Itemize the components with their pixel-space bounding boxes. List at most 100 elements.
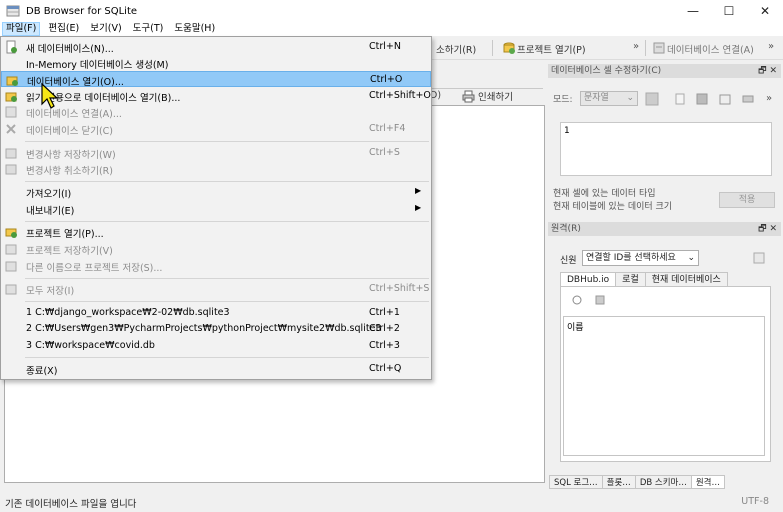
attach-db-icon — [5, 106, 17, 118]
mouse-cursor-icon — [41, 82, 59, 109]
clone-db-icon[interactable] — [593, 293, 607, 307]
menu-separator — [25, 181, 429, 182]
print-cell-icon[interactable] — [741, 92, 755, 106]
name-column-header: 이름 — [567, 323, 584, 333]
status-encoding: UTF-8 — [741, 496, 769, 507]
tab-dbhub[interactable]: DBHub.io — [560, 272, 617, 286]
auto-switch-icon[interactable] — [645, 92, 659, 106]
title-bar: DB Browser for SQLite — ☐ ✕ — [0, 0, 783, 22]
remote-db-list[interactable]: 이름 — [563, 316, 765, 456]
menu-view[interactable]: 보기(V) — [87, 22, 124, 36]
menu-item-shortcut: Ctrl+3 — [369, 340, 400, 351]
menu-item-attach-db[interactable]: 데이터베이스 연결(A)... — [1, 104, 431, 120]
tab-sql-log[interactable]: SQL 로그… — [549, 475, 603, 489]
menu-item-open-db[interactable]: 데이터베이스 열기(O)... Ctrl+O — [1, 71, 431, 88]
file-menu-dropdown: 새 데이터베이스(N)... Ctrl+N In-Memory 데이터베이스 생… — [0, 36, 432, 380]
cell-value: 1 — [564, 126, 570, 136]
maximize-button[interactable]: ☐ — [711, 0, 747, 22]
submenu-arrow-icon: ▶ — [415, 203, 422, 212]
cell-editor-dock-title: 데이터베이스 셀 수정하기(C) 🗗 ✕ — [548, 64, 781, 78]
menu-item-recent-2[interactable]: 2 C:₩Users₩gen3₩PycharmProjects₩pythonPr… — [1, 321, 431, 337]
apply-button[interactable]: 적용 — [719, 192, 775, 208]
menu-item-export[interactable]: 내보내기(E) ▶ — [1, 201, 431, 217]
menu-item-save-project-as[interactable]: 다른 이름으로 프로젝트 저장(S)... — [1, 258, 431, 274]
data-type-label: 현재 셀에 있는 데이터 타입 — [553, 189, 656, 199]
menu-bar: 파일(F) 편집(E) 보기(V) 도구(T) 도움말(H) — [0, 22, 783, 36]
remote-dock-title: 원격(R) 🗗 ✕ — [548, 222, 781, 236]
menu-separator — [25, 301, 429, 302]
cell-value-editor[interactable]: 1 — [560, 122, 772, 176]
refresh-icon[interactable] — [570, 293, 584, 307]
menu-file[interactable]: 파일(F) — [2, 22, 41, 36]
toolbar-overflow-chevron-2[interactable]: » — [768, 41, 774, 52]
minimize-button[interactable]: — — [675, 0, 711, 22]
identity-settings-icon[interactable] — [752, 251, 766, 265]
mode-row: 모드: — [553, 92, 573, 105]
menu-help[interactable]: 도움말(H) — [171, 22, 218, 36]
open-readonly-icon — [5, 92, 17, 102]
status-bar: 기존 데이터베이스 파일을 엽니다 UTF-8 — [0, 492, 783, 512]
menu-item-label: 데이터베이스 닫기(C) — [26, 126, 113, 137]
tab-remote[interactable]: 원격… — [690, 475, 725, 489]
menu-item-in-memory-db[interactable]: In-Memory 데이터베이스 생성(M) — [1, 55, 431, 71]
menu-item-label: 변경사항 취소하기(R) — [26, 166, 113, 177]
close-db-icon — [6, 124, 16, 134]
menu-edit[interactable]: 편집(E) — [45, 22, 82, 36]
menu-item-label: 종료(X) — [26, 366, 58, 377]
tab-current-database[interactable]: 현재 데이터베이스 — [644, 272, 728, 286]
open-project-button[interactable]: 프로젝트 열기(P) — [517, 42, 586, 56]
remote-dock-float-close-buttons[interactable]: 🗗 ✕ — [758, 222, 777, 236]
menu-item-open-project[interactable]: 프로젝트 열기(P)... — [1, 224, 431, 240]
open-project-icon — [503, 42, 515, 54]
mode-label: 모드: — [553, 95, 573, 105]
menu-item-shortcut: Ctrl+2 — [369, 323, 400, 334]
cell-editor-overflow-chevron[interactable]: » — [766, 93, 772, 104]
menu-tools[interactable]: 도구(T) — [130, 22, 167, 36]
tab-local[interactable]: 로컬 — [615, 272, 646, 286]
menu-item-save-project[interactable]: 프로젝트 저장하기(V) — [1, 241, 431, 257]
set-null-icon[interactable] — [718, 92, 732, 106]
menu-item-revert-changes[interactable]: 변경사항 취소하기(R) — [1, 161, 431, 177]
mode-select[interactable]: 문자열 ⌄ — [580, 91, 638, 106]
menu-item-new-db[interactable]: 새 데이터베이스(N)... Ctrl+N — [1, 39, 431, 55]
menu-item-recent-3[interactable]: 3 C:₩workspace₩covid.db Ctrl+3 — [1, 338, 431, 354]
identity-select[interactable]: 연결할 ID를 선택하세요 ⌄ — [582, 250, 699, 266]
menu-item-recent-1[interactable]: 1 C:₩django_workspace₩2-02₩db.sqlite3 Ct… — [1, 305, 431, 321]
menu-separator — [25, 278, 429, 279]
menu-item-label: 1 C:₩django_workspace₩2-02₩db.sqlite3 — [26, 307, 230, 318]
toolbar-separator — [492, 40, 493, 56]
menu-item-label: 다른 이름으로 프로젝트 저장(S)... — [26, 263, 163, 274]
menu-item-open-readonly[interactable]: 읽기 전용으로 데이터베이스 열기(B)... Ctrl+Shift+O — [1, 88, 431, 104]
menu-item-import[interactable]: 가져오기(I) ▶ — [1, 184, 431, 200]
menu-item-shortcut: Ctrl+F4 — [369, 123, 406, 134]
close-button[interactable]: ✕ — [747, 0, 783, 22]
menu-item-label: In-Memory 데이터베이스 생성(M) — [26, 60, 169, 71]
attach-db-button[interactable]: 데이터베이스 연결(A) — [667, 42, 754, 56]
import-file-icon[interactable] — [673, 92, 687, 106]
app-icon — [6, 5, 20, 17]
tab-plot[interactable]: 플롯… — [601, 475, 636, 489]
revert-changes-button[interactable]: 소하기(R) — [436, 42, 476, 56]
remote-title: 원격(R) — [551, 224, 581, 234]
print-label: 인쇄하기 — [478, 92, 513, 103]
tab-db-schema[interactable]: DB 스키마… — [634, 475, 692, 489]
toolbar-overflow-chevron[interactable]: » — [633, 41, 639, 52]
menu-separator — [25, 221, 429, 222]
menu-item-label: 프로젝트 저장하기(V) — [26, 246, 113, 257]
menu-separator — [25, 141, 429, 142]
menu-item-label: 3 C:₩workspace₩covid.db — [26, 340, 155, 351]
window-title: DB Browser for SQLite — [26, 5, 138, 17]
toolbar-separator-2 — [645, 40, 646, 56]
menu-item-write-changes[interactable]: 변경사항 저장하기(W) Ctrl+S — [1, 145, 431, 161]
menu-item-close-db[interactable]: 데이터베이스 닫기(C) Ctrl+F4 — [1, 121, 431, 137]
menu-item-label: 가져오기(I) — [26, 189, 72, 200]
menu-item-exit[interactable]: 종료(X) Ctrl+Q — [1, 361, 431, 377]
open-db-icon — [6, 76, 18, 86]
menu-separator — [25, 357, 429, 358]
menu-item-save-all[interactable]: 모두 저장(I) Ctrl+Shift+S — [1, 281, 431, 297]
export-file-icon[interactable] — [695, 92, 709, 106]
write-changes-icon — [5, 148, 17, 159]
dock-float-close-buttons[interactable]: 🗗 ✕ — [758, 64, 777, 78]
print-button[interactable]: 인쇄하기 — [462, 89, 513, 103]
menu-item-shortcut: Ctrl+S — [369, 147, 400, 158]
